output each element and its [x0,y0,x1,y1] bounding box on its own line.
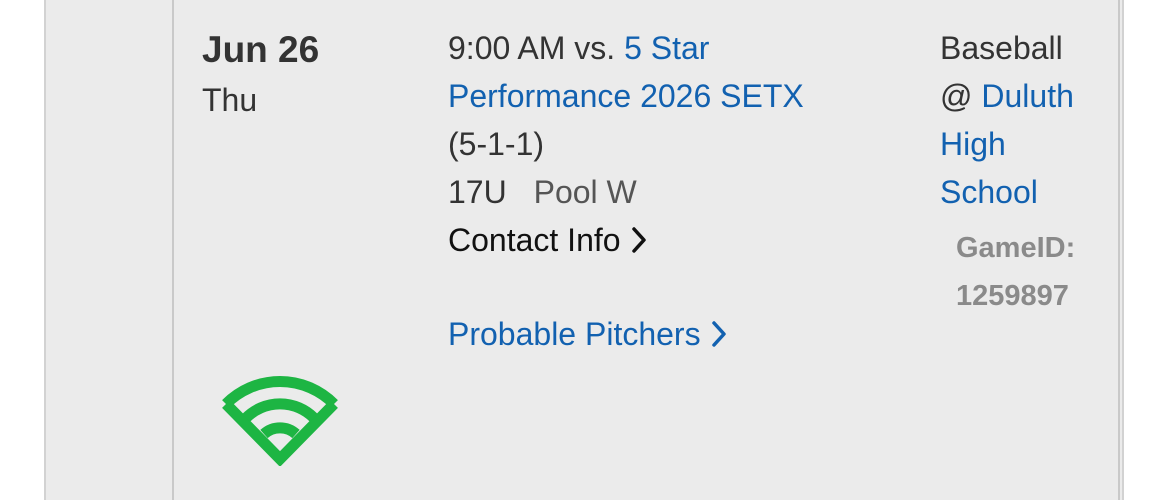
game-day-of-week: Thu [202,82,258,118]
contact-info-link[interactable]: Contact Info [448,216,647,264]
game-date: Jun 26 [202,29,320,70]
age-group: 17U [448,174,507,210]
division-line: 17U Pool W [448,168,888,216]
chevron-right-icon [711,321,726,347]
game-id-label: GameID: [956,232,1076,264]
matchup-line: 9:00 AM vs. 5 Star Performance 2026 SETX [448,24,888,120]
pool-label: Pool W [533,174,637,210]
game-id-block: GameID: 1259897 [956,224,1110,320]
sport-label: Baseball [940,30,1063,66]
probable-pitchers-link[interactable]: Probable Pitchers [448,310,727,358]
game-info-column: 9:00 AM vs. 5 Star Performance 2026 SETX… [448,24,888,358]
opponent-record: (5-1-1) [448,126,545,162]
game-id-value: 1259897 [956,280,1069,312]
venue-column: Baseball @ Duluth High School GameID: 12… [940,24,1110,320]
date-column: Jun 26 Thu [202,28,319,122]
contact-info-label: Contact Info [448,222,621,258]
vs-label: vs. [574,30,616,66]
probable-pitchers-label: Probable Pitchers [448,316,701,352]
chevron-right-icon [631,227,646,253]
gamechanger-stream-icon[interactable] [220,362,340,466]
game-time: 9:00 AM [448,30,566,66]
venue-line: @ Duluth High School [940,72,1110,216]
at-label: @ [940,78,973,114]
